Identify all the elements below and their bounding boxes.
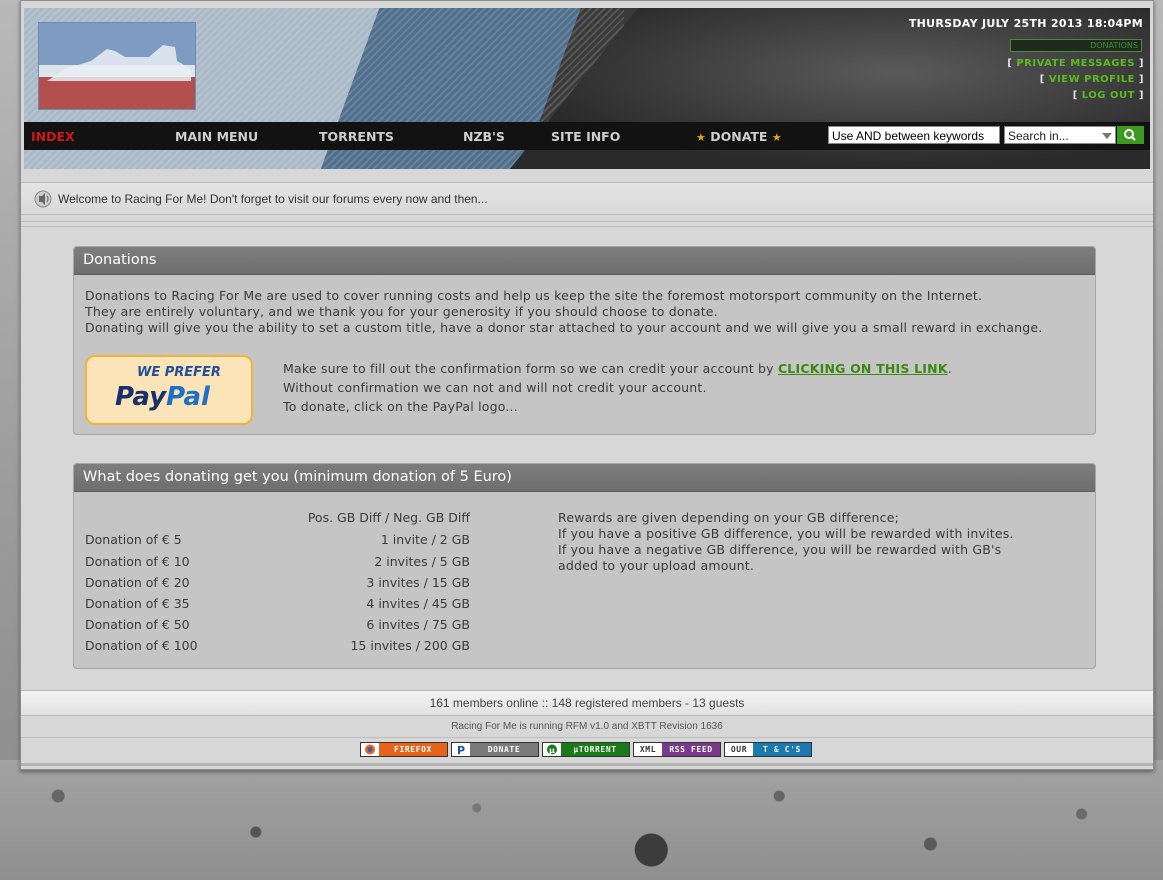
reward-tier-label: Donation of € 35 xyxy=(85,596,190,611)
welcome-bar: Welcome to Racing For Me! Don't forget t… xyxy=(21,182,1153,215)
software-version: Racing For Me is running RFM v1.0 and XB… xyxy=(451,721,723,732)
speaker-icon xyxy=(34,190,52,208)
welcome-message: Welcome to Racing For Me! Don't forget t… xyxy=(58,192,488,206)
site-frame: THURSDAY JULY 25TH 2013 18:04PM DONATION… xyxy=(20,0,1154,770)
utorrent-icon: µ xyxy=(543,743,561,756)
private-messages-link[interactable]: [ PRIVATE MESSAGES ] xyxy=(1007,58,1144,69)
panel-title: Donations xyxy=(74,247,1095,275)
firefox-icon xyxy=(361,743,379,756)
donations-text-line: Donations to Racing For Me are used to c… xyxy=(85,288,983,303)
svg-text:µ: µ xyxy=(549,746,556,755)
rss-feed-badge[interactable]: XML RSS FEED xyxy=(633,742,721,757)
search-button[interactable] xyxy=(1117,126,1144,144)
reward-tier-value: 4 invites / 45 GB xyxy=(366,596,470,611)
rewards-explanation-line: If you have a negative GB difference, yo… xyxy=(558,542,1002,557)
rss-icon: XML xyxy=(634,743,662,756)
donations-panel: Donations Donations to Racing For Me are… xyxy=(73,246,1096,435)
reward-tier-value: 3 invites / 15 GB xyxy=(366,575,470,590)
nav-main-menu[interactable]: MAIN MENU xyxy=(175,129,258,144)
paypal-logo: PayPal xyxy=(115,382,210,412)
current-date: THURSDAY JULY 25TH 2013 18:04PM xyxy=(908,17,1143,30)
reward-tier-value: 2 invites / 5 GB xyxy=(374,554,470,569)
donations-text-line: Donating will give you the ability to se… xyxy=(85,320,1043,335)
confirmation-form-link[interactable]: CLICKING ON THIS LINK xyxy=(778,361,948,376)
view-profile-link[interactable]: [ VIEW PROFILE ] xyxy=(1040,74,1144,85)
nav-torrents[interactable]: TORRENTS xyxy=(319,129,394,144)
racing-car-icon xyxy=(47,45,191,81)
svg-text:P: P xyxy=(457,744,466,756)
reward-tier-value: 6 invites / 75 GB xyxy=(366,617,470,632)
rewards-column-header: Pos. GB Diff / Neg. GB Diff xyxy=(307,510,470,525)
background-asphalt xyxy=(0,760,1163,880)
paypal-donate-button[interactable]: WE PREFER PayPal xyxy=(85,355,253,425)
donate-instruction: To donate, click on the PayPal logo... xyxy=(283,399,518,414)
nav-nzbs[interactable]: NZB'S xyxy=(463,129,505,144)
reward-tier-value: 1 invite / 2 GB xyxy=(380,532,470,547)
confirmation-warning: Without confirmation we can not and will… xyxy=(283,380,707,395)
main-nav: INDEX MAIN MENU TORRENTS NZB'S SITE INFO… xyxy=(24,122,1150,150)
nav-donate[interactable]: ★ DONATE ★ xyxy=(696,129,782,144)
rewards-explanation-line: added to your upload amount. xyxy=(558,558,755,573)
search-category-select[interactable]: Search in... xyxy=(1004,126,1116,144)
firefox-badge[interactable]: FIREFOX xyxy=(360,742,448,757)
confirmation-text: Make sure to fill out the confirmation f… xyxy=(283,361,952,376)
rewards-explanation-line: Rewards are given depending on your GB d… xyxy=(558,510,900,525)
reward-tier-label: Donation of € 5 xyxy=(85,532,182,547)
terms-icon: OUR xyxy=(725,743,753,756)
reward-tier-label: Donation of € 50 xyxy=(85,617,190,632)
star-icon: ★ xyxy=(771,131,782,144)
star-icon: ★ xyxy=(696,131,706,144)
terms-badge[interactable]: OUR T & C'S xyxy=(724,742,812,757)
reward-tier-value: 15 invites / 200 GB xyxy=(350,638,470,653)
donations-progress[interactable]: DONATIONS xyxy=(1010,39,1142,52)
donate-badge[interactable]: P DONATE xyxy=(451,742,539,757)
site-logo[interactable] xyxy=(38,22,196,110)
log-out-link[interactable]: [ LOG OUT ] xyxy=(1073,90,1144,101)
rewards-explanation-line: If you have a positive GB difference, yo… xyxy=(558,526,1014,541)
donations-text-line: They are entirely voluntary, and we than… xyxy=(85,304,718,319)
site-header: THURSDAY JULY 25TH 2013 18:04PM DONATION… xyxy=(24,8,1150,169)
reward-tier-label: Donation of € 10 xyxy=(85,554,190,569)
reward-tier-label: Donation of € 20 xyxy=(85,575,190,590)
search-input[interactable]: Use AND between keywords xyxy=(828,126,1000,144)
nav-index[interactable]: INDEX xyxy=(31,129,75,144)
search-icon xyxy=(1124,129,1136,141)
chevron-down-icon xyxy=(1102,133,1112,139)
paypal-icon: P xyxy=(452,743,470,756)
reward-tier-label: Donation of € 100 xyxy=(85,638,198,653)
members-online: 161 members online :: 148 registered mem… xyxy=(21,690,1153,716)
panel-title: What does donating get you (minimum dona… xyxy=(74,464,1095,492)
utorrent-badge[interactable]: µ µTORRENT xyxy=(542,742,630,757)
nav-site-info[interactable]: SITE INFO xyxy=(551,129,620,144)
rewards-panel: What does donating get you (minimum dona… xyxy=(73,463,1096,669)
